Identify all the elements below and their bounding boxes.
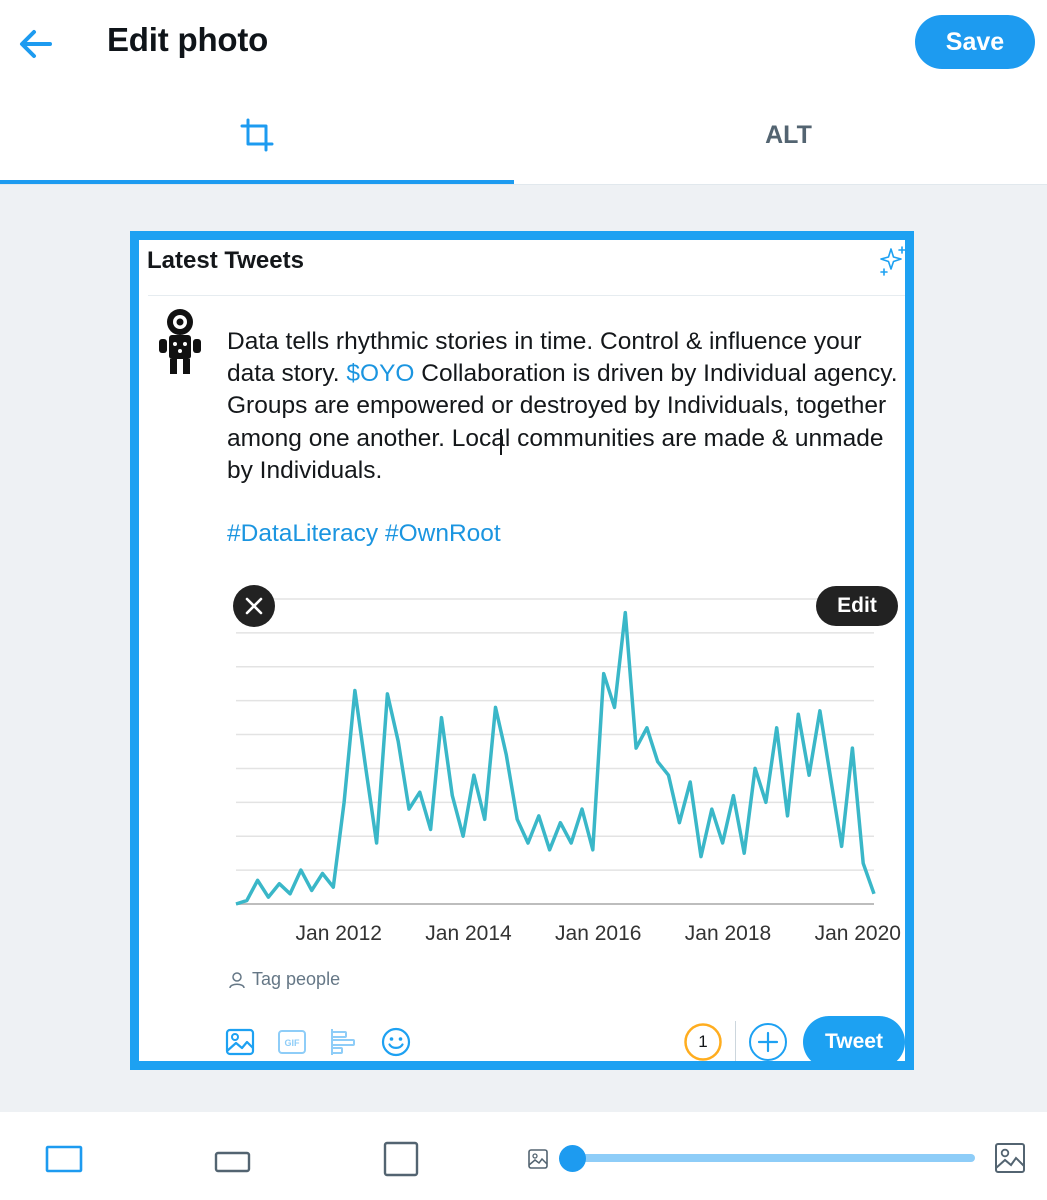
text-cursor bbox=[500, 429, 502, 455]
add-tweet-icon[interactable] bbox=[748, 1022, 788, 1062]
header: Edit photo Save bbox=[0, 0, 1047, 86]
tag-people-label: Tag people bbox=[252, 969, 341, 989]
image-icon[interactable] bbox=[223, 1025, 257, 1059]
photo-content: Latest Tweets Data tells rhythmic storie… bbox=[139, 240, 905, 1062]
remove-media-button[interactable] bbox=[233, 585, 275, 627]
aspect-original-icon[interactable] bbox=[45, 1145, 83, 1173]
cashtag-link[interactable]: $OYO bbox=[346, 360, 414, 387]
hashtags[interactable]: #DataLiteracy #OwnRoot bbox=[227, 520, 501, 548]
tab-bar: ALT bbox=[0, 86, 1047, 185]
tweet-text[interactable]: Data tells rhythmic stories in time. Con… bbox=[227, 326, 905, 487]
gif-icon[interactable]: GIF bbox=[275, 1025, 309, 1059]
x-tick-label: Jan 2012 bbox=[296, 922, 382, 945]
character-counter: 1 bbox=[683, 1022, 723, 1061]
arrow-left-icon bbox=[20, 30, 52, 58]
tab-alt-label: ALT bbox=[765, 120, 812, 149]
series-line bbox=[235, 610, 876, 906]
poll-icon[interactable] bbox=[327, 1025, 361, 1059]
aspect-wide-icon[interactable] bbox=[214, 1151, 252, 1173]
avatar bbox=[159, 309, 201, 374]
emoji-icon[interactable] bbox=[379, 1025, 413, 1059]
x-tick-label: Jan 2020 bbox=[815, 922, 901, 945]
save-button[interactable]: Save bbox=[915, 15, 1035, 69]
character-counter-value: 1 bbox=[698, 1032, 708, 1051]
image-small-icon bbox=[528, 1149, 548, 1169]
tab-crop[interactable] bbox=[0, 86, 514, 184]
back-button[interactable] bbox=[14, 22, 58, 66]
active-tab-indicator bbox=[0, 180, 514, 184]
x-tick-label: Jan 2016 bbox=[555, 922, 641, 945]
tag-people-link[interactable]: Tag people bbox=[228, 969, 340, 990]
svg-text:GIF: GIF bbox=[285, 1038, 301, 1048]
tab-alt[interactable]: ALT bbox=[530, 86, 1047, 184]
edit-media-button[interactable]: Edit bbox=[816, 586, 898, 626]
toolbar-divider bbox=[735, 1021, 736, 1061]
zoom-slider-track[interactable] bbox=[572, 1154, 975, 1162]
crop-icon bbox=[240, 118, 274, 152]
aspect-square-icon[interactable] bbox=[382, 1141, 420, 1177]
crop-frame[interactable]: Latest Tweets Data tells rhythmic storie… bbox=[130, 231, 914, 1070]
heading-divider bbox=[148, 295, 905, 296]
page-title: Edit photo bbox=[107, 21, 269, 58]
person-icon bbox=[229, 971, 245, 988]
close-icon bbox=[245, 597, 263, 615]
sparkle-icon bbox=[880, 246, 905, 276]
image-large-icon bbox=[995, 1143, 1025, 1173]
latest-tweets-heading: Latest Tweets bbox=[147, 247, 304, 274]
tweet-button[interactable]: Tweet bbox=[803, 1016, 905, 1061]
x-tick-label: Jan 2018 bbox=[685, 922, 771, 945]
x-tick-label: Jan 2014 bbox=[425, 922, 512, 945]
zoom-slider-thumb[interactable] bbox=[559, 1145, 586, 1172]
line-chart: Jan 2012 Jan 2014 Jan 2016 Jan 2018 Jan 2020 bbox=[235, 598, 901, 945]
